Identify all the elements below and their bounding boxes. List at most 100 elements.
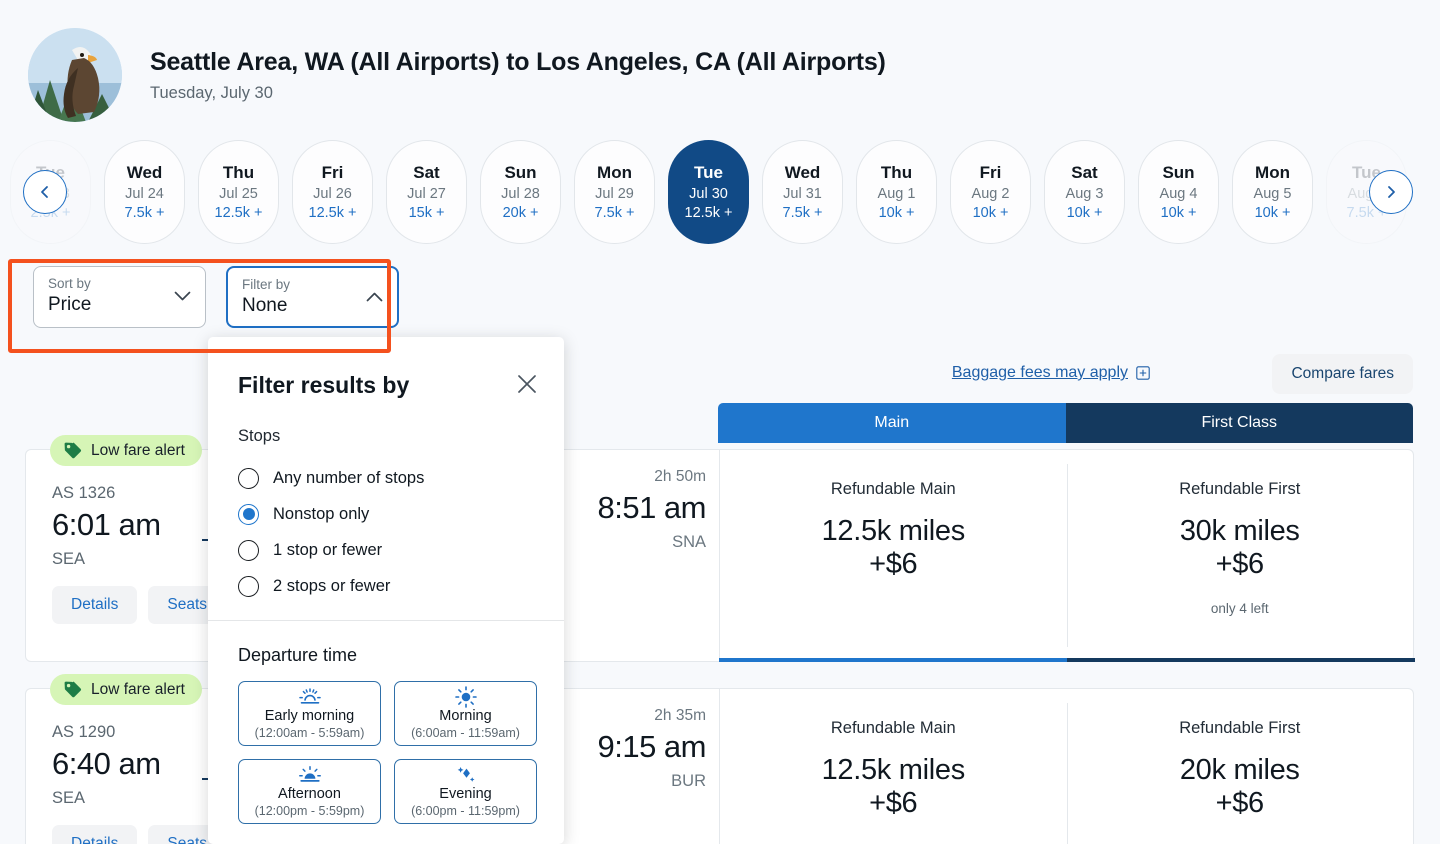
sort-by-label: Sort by [48, 276, 91, 291]
fare-option-main[interactable]: Refundable Main 12.5k miles +$6 [720, 689, 1067, 844]
date-pill-aug-4[interactable]: Sun Aug 4 10k + [1138, 140, 1219, 244]
date-pill-price: 10k + [1254, 205, 1291, 221]
low-fare-alert-badge: Low fare alert [50, 435, 202, 466]
date-pill-aug-5[interactable]: Mon Aug 5 10k + [1232, 140, 1313, 244]
chevron-right-icon [1388, 186, 1395, 198]
underline-first-class [1067, 658, 1415, 662]
radio-button-icon [238, 539, 259, 561]
sort-by-select[interactable]: Sort by Price [33, 266, 206, 328]
departure-time-card-evening[interactable]: Evening (6:00pm - 11:59pm) [394, 759, 537, 824]
results-controls: Sort by Price Filter by None [0, 250, 1440, 328]
date-pill-date: Jul 24 [125, 186, 164, 202]
departure-time-card-afternoon[interactable]: Afternoon (12:00pm - 5:59pm) [238, 759, 381, 824]
date-pill-jul-26[interactable]: Fri Jul 26 12.5k + [292, 140, 373, 244]
departure-time-options: Early morning (12:00am - 5:59am) Morning (6… [208, 666, 564, 824]
departure-time-name: Evening [439, 785, 492, 802]
close-icon [518, 375, 536, 393]
low-fare-alert-badge: Low fare alert [50, 674, 202, 705]
carousel-next-button[interactable] [1369, 170, 1413, 214]
fare-cash: +$6 [869, 548, 918, 580]
date-pill-jul-30[interactable]: Tue Jul 30 12.5k + [668, 140, 749, 244]
departure-time-card-early-morning[interactable]: Early morning (12:00am - 5:59am) [238, 681, 381, 746]
date-pill-jul-29[interactable]: Mon Jul 29 7.5k + [574, 140, 655, 244]
tab-main[interactable]: Main [718, 403, 1066, 443]
stops-radio-option[interactable]: 1 stop or fewer [238, 532, 564, 568]
departure-time-name: Morning [439, 707, 492, 724]
price-tag-icon [64, 681, 81, 698]
seats-left-note: only 4 left [1210, 601, 1269, 616]
date-pill-aug-3[interactable]: Sat Aug 3 10k + [1044, 140, 1125, 244]
filter-panel-close-button[interactable] [516, 373, 538, 400]
sun-icon [454, 685, 477, 708]
date-pill-date: Jul 27 [407, 186, 446, 202]
date-pill-dow: Mon [597, 163, 632, 182]
date-pill-jul-28[interactable]: Sun Jul 28 20k + [480, 140, 561, 244]
carousel-prev-button[interactable] [23, 170, 67, 214]
chevron-left-icon [41, 186, 48, 198]
date-pill-price: 10k + [972, 205, 1009, 221]
date-pill-date: Jul 26 [313, 186, 352, 202]
date-pill-price: 20k + [502, 205, 539, 221]
external-window-icon [1136, 366, 1150, 380]
date-pill-jul-27[interactable]: Sat Jul 27 15k + [386, 140, 467, 244]
flight-search-page: Seattle Area, WA (All Airports) to Los A… [0, 0, 1440, 844]
date-pill-dow: Tue [694, 163, 723, 182]
filter-by-label: Filter by [242, 277, 291, 292]
fare-cash: +$6 [1215, 787, 1265, 819]
fare-option-first[interactable]: Refundable First 20k miles +$6 [1066, 689, 1414, 844]
date-pill-price: 10k + [1066, 205, 1103, 221]
departure-time-section-title: Departure time [238, 645, 358, 665]
date-pill-jul-24[interactable]: Wed Jul 24 7.5k + [104, 140, 185, 244]
low-fare-alert-label: Low fare alert [91, 441, 185, 459]
page-header: Seattle Area, WA (All Airports) to Los A… [0, 0, 1440, 130]
stops-radio-option[interactable]: Nonstop only [238, 496, 564, 532]
compare-fares-button[interactable]: Compare fares [1272, 354, 1413, 394]
fare-options: Refundable Main 12.5k miles +$6 Refundab… [719, 689, 1413, 844]
stops-option-label: 2 stops or fewer [273, 576, 391, 595]
date-pill-date: Aug 4 [1159, 186, 1198, 202]
date-pill-date: Jul 30 [689, 186, 728, 202]
tab-first-class[interactable]: First Class [1065, 403, 1413, 443]
date-pill-date: Jul 29 [595, 186, 634, 202]
fare-options: Refundable Main 12.5k miles +$6 Refundab… [719, 450, 1413, 661]
filter-by-select[interactable]: Filter by None [226, 266, 399, 328]
baggage-fees-link[interactable]: Baggage fees may apply [952, 364, 1150, 382]
radio-button-icon [238, 503, 259, 525]
date-pill-dow: Sun [504, 163, 537, 182]
date-pill-date: Aug 5 [1253, 186, 1292, 202]
stops-option-label: Nonstop only [273, 504, 370, 523]
details-button[interactable]: Details [52, 825, 138, 844]
date-pill-dow: Wed [126, 163, 163, 182]
departure-time-name: Afternoon [278, 785, 341, 802]
underline-main [719, 658, 1067, 662]
sort-by-value: Price [48, 294, 92, 315]
details-button[interactable]: Details [52, 586, 138, 624]
date-pill-price: 10k + [1160, 205, 1197, 221]
date-pill-dow: Sun [1162, 163, 1195, 182]
fare-miles: 12.5k miles [821, 754, 966, 786]
filter-results-panel: Filter results by Stops Any number of st… [208, 337, 564, 844]
fare-option-main[interactable]: Refundable Main 12.5k miles +$6 [720, 450, 1067, 661]
date-pill-dow: Fri [979, 163, 1002, 182]
date-pill-aug-2[interactable]: Fri Aug 2 10k + [950, 140, 1031, 244]
date-pill-date: Jul 31 [783, 186, 822, 202]
fare-option-first[interactable]: Refundable First 30k miles +$6 only 4 le… [1066, 450, 1414, 661]
departure-time-card-morning[interactable]: Morning (6:00am - 11:59am) [394, 681, 537, 746]
baggage-fees-label: Baggage fees may apply [951, 364, 1128, 381]
date-pill-price: 12.5k + [308, 205, 357, 221]
sunrise-icon [298, 688, 322, 706]
date-pill-jul-31[interactable]: Wed Jul 31 7.5k + [762, 140, 843, 244]
filter-panel-title: Filter results by [238, 372, 410, 398]
date-pill-aug-1[interactable]: Thu Aug 1 10k + [856, 140, 937, 244]
fare-cash: +$6 [869, 787, 918, 819]
stops-radio-option[interactable]: 2 stops or fewer [238, 568, 564, 604]
date-pill-price: 12.5k + [214, 205, 263, 221]
date-pill-price: 7.5k + [594, 205, 635, 221]
date-pill-dow: Fri [321, 163, 344, 182]
departure-time-range: (12:00pm - 5:59pm) [254, 803, 365, 818]
date-carousel-track: TueJul 232.5k +WedJul 247.5k +ThuJul 251… [0, 134, 1440, 250]
date-pill-jul-25[interactable]: Thu Jul 25 12.5k + [198, 140, 279, 244]
header-text: Seattle Area, WA (All Airports) to Los A… [150, 48, 886, 103]
sparkle-icon [455, 766, 477, 784]
stops-radio-option[interactable]: Any number of stops [238, 460, 564, 496]
